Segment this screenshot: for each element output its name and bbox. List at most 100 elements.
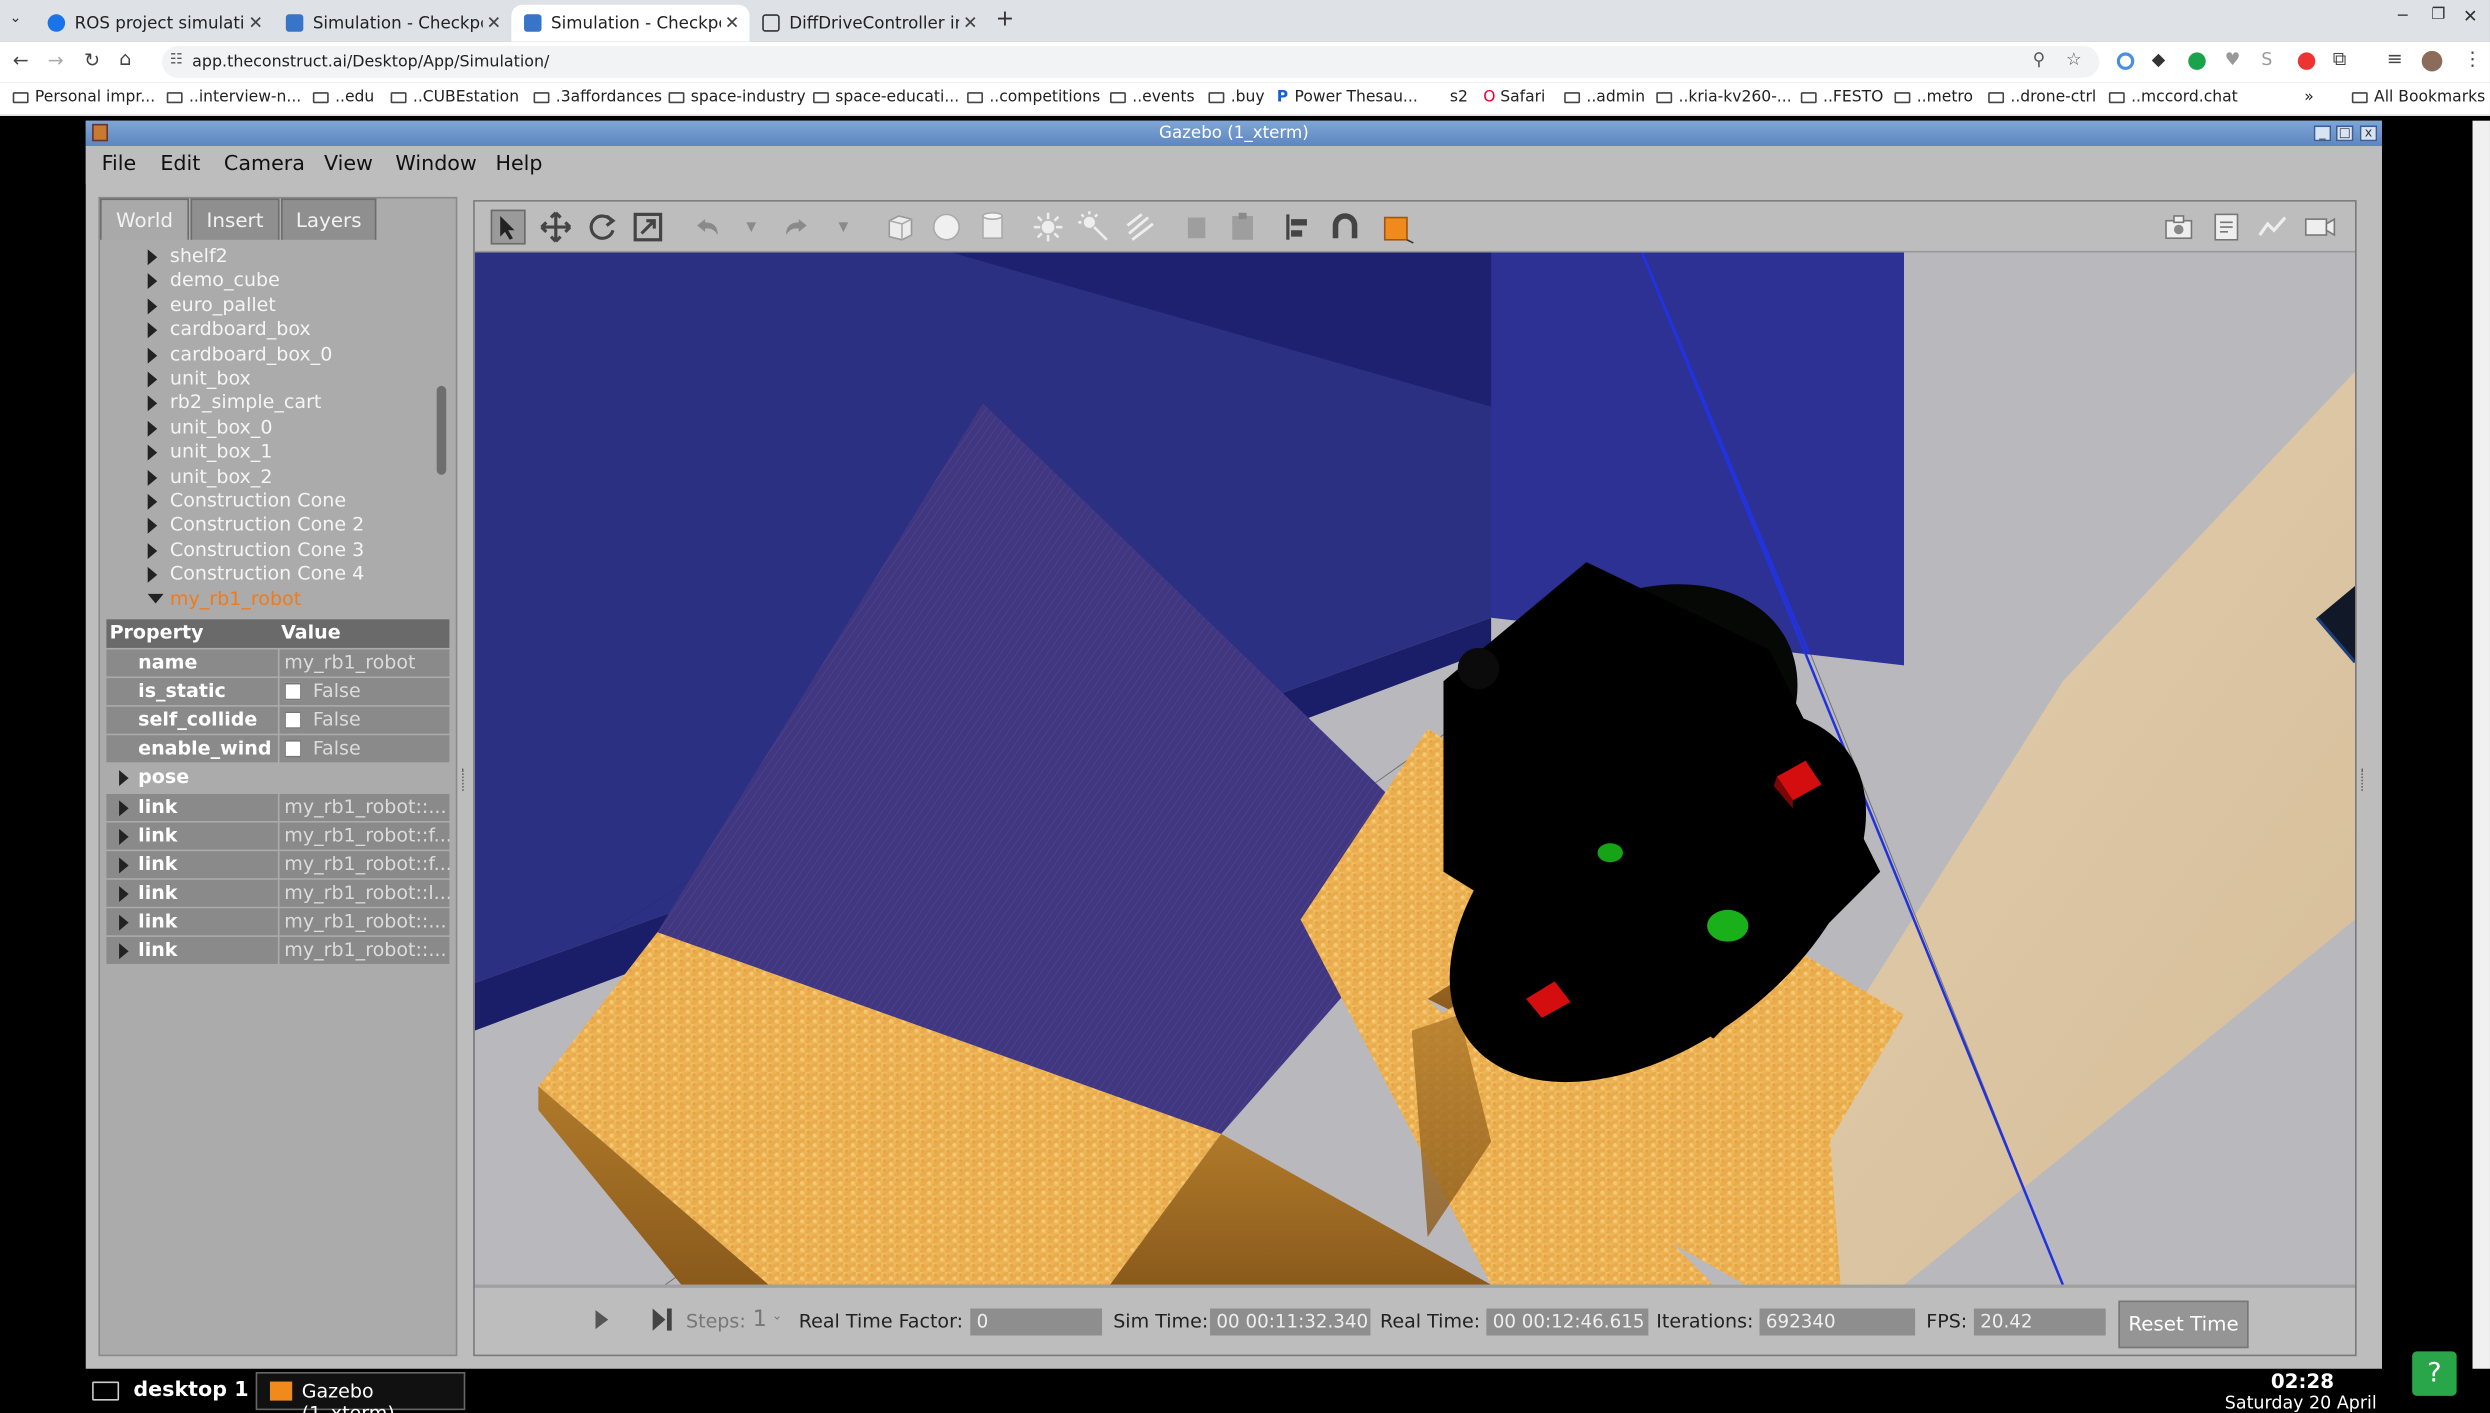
tree-item[interactable]: Construction Cone 3 xyxy=(170,538,364,560)
panel-splitter-handle[interactable] xyxy=(2361,768,2366,791)
expand-triangle-icon[interactable] xyxy=(147,371,158,388)
scene-image[interactable] xyxy=(474,252,2356,1285)
redo-icon[interactable] xyxy=(780,210,815,245)
expand-triangle-icon[interactable] xyxy=(147,542,158,559)
desktop-label[interactable]: desktop 1 xyxy=(133,1378,248,1402)
expand-triangle-icon[interactable] xyxy=(147,444,158,461)
tree-scrollbar[interactable] xyxy=(436,385,447,475)
align-icon[interactable] xyxy=(1282,210,1317,245)
cylinder-shape-icon[interactable] xyxy=(975,210,1010,245)
tree-item[interactable]: unit_box xyxy=(170,367,251,389)
expand-triangle-icon[interactable] xyxy=(119,770,129,787)
collapse-triangle-icon[interactable] xyxy=(147,593,164,603)
bookmark[interactable]: ..edu xyxy=(312,89,374,106)
bookmark[interactable]: ..competitions xyxy=(967,89,1100,106)
bookmark-star-icon[interactable]: ☆ xyxy=(2066,49,2082,70)
tab-list-chevron-icon[interactable]: ⌄ xyxy=(10,11,22,27)
tree-item[interactable]: cardboard_box_0 xyxy=(170,342,332,364)
extension-icon[interactable]: S xyxy=(2261,49,2272,70)
tab-simulation-2[interactable]: Simulation - Checkpoint ✕ xyxy=(511,4,750,42)
steps-dropdown-icon[interactable]: ⌄ xyxy=(772,1309,783,1323)
tab-world[interactable]: World xyxy=(100,198,189,240)
tab-layers[interactable]: Layers xyxy=(281,198,377,240)
close-window-icon[interactable]: ✕ xyxy=(2463,6,2478,27)
tab-close-icon[interactable]: ✕ xyxy=(959,13,981,34)
plot-icon[interactable] xyxy=(2257,211,2289,243)
expand-triangle-icon[interactable] xyxy=(147,322,158,339)
expand-triangle-icon[interactable] xyxy=(147,396,158,412)
bookmark[interactable]: s2 xyxy=(1450,89,1468,106)
minimize-icon[interactable]: ─ xyxy=(2398,8,2408,25)
property-row-link[interactable]: link my_rb1_robot::f... xyxy=(106,822,450,852)
paste-icon[interactable] xyxy=(1226,210,1261,245)
expand-triangle-icon[interactable] xyxy=(147,273,158,290)
log-icon[interactable] xyxy=(2210,211,2242,243)
tab-close-icon[interactable]: ✕ xyxy=(721,13,743,34)
play-icon[interactable] xyxy=(595,1310,609,1330)
panel-splitter-handle[interactable] xyxy=(462,768,467,791)
tree-item[interactable]: Construction Cone 4 xyxy=(170,562,364,584)
bookmark[interactable]: Personal impr... xyxy=(12,89,155,106)
gazebo-close-icon[interactable]: x xyxy=(2359,125,2378,142)
taskbar-gazebo-item[interactable]: Gazebo (1_xterm) xyxy=(255,1372,466,1413)
copy-icon[interactable] xyxy=(1180,210,1215,245)
point-light-icon[interactable] xyxy=(1031,210,1066,245)
menu-view[interactable]: View xyxy=(324,152,373,176)
bookmark[interactable]: ..kria-kv260-... xyxy=(1656,89,1792,106)
bookmarks-overflow-icon[interactable]: » xyxy=(2304,89,2314,106)
steps-value[interactable]: 1 xyxy=(753,1307,767,1332)
expand-triangle-icon[interactable] xyxy=(119,886,129,902)
snap-magnet-icon[interactable] xyxy=(1328,210,1363,245)
redo-dropdown-icon[interactable]: ▼ xyxy=(838,219,848,233)
tree-item[interactable]: unit_box_1 xyxy=(170,440,273,462)
extension-icon[interactable] xyxy=(2297,52,2316,70)
tab-simulation-1[interactable]: Simulation - Checkpoint ✕ xyxy=(273,5,511,42)
extension-icon[interactable]: ♥ xyxy=(2225,49,2241,70)
property-row-link[interactable]: link my_rb1_robot::... xyxy=(106,794,450,823)
expand-triangle-icon[interactable] xyxy=(147,298,158,315)
property-row-pose[interactable]: pose xyxy=(106,763,450,793)
all-bookmarks[interactable]: All Bookmarks xyxy=(2351,89,2485,106)
bookmark[interactable]: ..events xyxy=(1110,89,1195,106)
expand-triangle-icon[interactable] xyxy=(147,420,158,437)
expand-triangle-icon[interactable] xyxy=(147,518,158,535)
rotate-mode-icon[interactable] xyxy=(584,210,619,245)
tree-item[interactable]: rb2_simple_cart xyxy=(170,391,321,413)
expand-triangle-icon[interactable] xyxy=(147,567,158,584)
address-bar[interactable]: ☷ app.theconstruct.ai/Desktop/App/Simula… xyxy=(161,46,2100,78)
new-tab-icon[interactable]: + xyxy=(996,6,1015,31)
expand-triangle-icon[interactable] xyxy=(119,943,129,960)
expand-triangle-icon[interactable] xyxy=(147,469,158,486)
menu-camera[interactable]: Camera xyxy=(224,152,305,176)
home-icon[interactable]: ⌂ xyxy=(119,48,131,70)
bookmark[interactable]: ..FESTO xyxy=(1800,89,1883,106)
bookmark[interactable]: ..interview-n... xyxy=(166,89,301,106)
tree-item[interactable]: Construction Cone 2 xyxy=(170,514,364,536)
self-collide-checkbox[interactable] xyxy=(284,711,302,729)
3d-viewport[interactable] xyxy=(474,252,2356,1285)
extension-icon[interactable] xyxy=(2188,52,2206,70)
page-scrollbar[interactable] xyxy=(2472,120,2490,1369)
desktop-switcher-icon[interactable] xyxy=(92,1381,120,1401)
tree-item[interactable]: unit_box_2 xyxy=(170,465,273,487)
bookmark[interactable]: ..drone-ctrl xyxy=(1988,89,2096,106)
expand-triangle-icon[interactable] xyxy=(147,347,158,364)
tree-item[interactable]: demo_cube xyxy=(170,269,280,291)
menu-edit[interactable]: Edit xyxy=(160,152,200,176)
step-icon[interactable] xyxy=(649,1308,674,1331)
bookmark[interactable]: P Power Thesau... xyxy=(1277,89,1418,106)
bookmark[interactable]: ..CUBEstation xyxy=(390,89,519,106)
expand-triangle-icon[interactable] xyxy=(147,249,158,266)
sphere-shape-icon[interactable] xyxy=(929,210,964,245)
translate-mode-icon[interactable] xyxy=(538,210,573,245)
bookmark[interactable]: ..admin xyxy=(1564,89,1645,106)
property-value[interactable]: my_rb1_robot xyxy=(279,649,450,677)
restore-icon[interactable]: ❐ xyxy=(2431,6,2445,23)
gazebo-minimize-icon[interactable]: _ xyxy=(2313,125,2332,142)
property-row-link[interactable]: link my_rb1_robot::f... xyxy=(106,851,450,880)
tree-item[interactable]: unit_box_0 xyxy=(170,416,273,438)
screenshot-camera-icon[interactable] xyxy=(2163,211,2195,243)
tab-close-icon[interactable]: ✕ xyxy=(483,13,505,34)
select-mode-icon[interactable] xyxy=(490,209,526,245)
expand-triangle-icon[interactable] xyxy=(119,828,129,845)
